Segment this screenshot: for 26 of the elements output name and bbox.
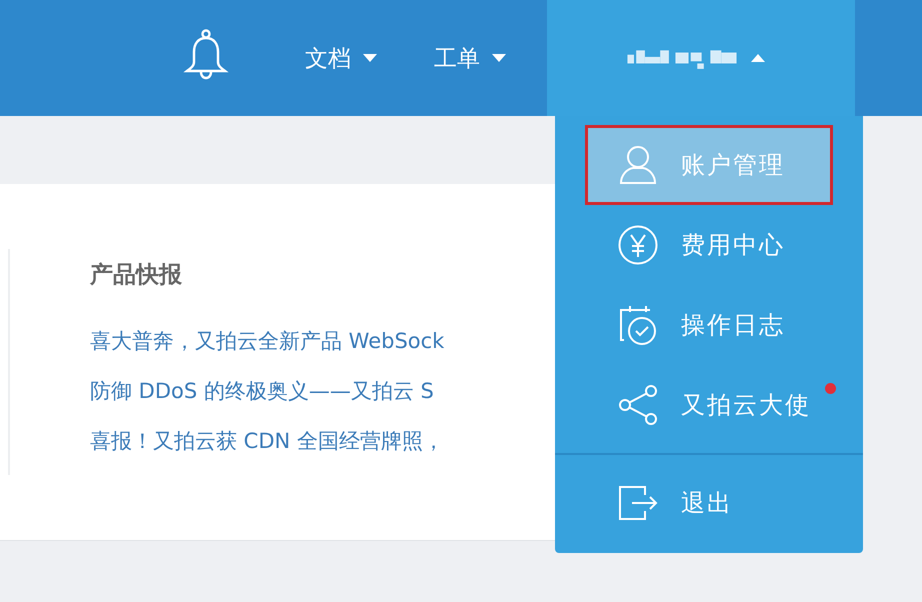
news-link[interactable]: 防御 DDoS 的终极奥义——又拍云 S	[90, 366, 444, 416]
menu-item[interactable]: 账户管理	[585, 125, 833, 205]
news-link[interactable]: 喜大普奔，又拍云全新产品 WebSock	[90, 316, 444, 366]
menu-item-label: 又拍云大使	[681, 390, 811, 421]
menu-item-label: 操作日志	[681, 310, 785, 341]
alarm-clock-icon	[617, 304, 659, 346]
menu-item[interactable]: 退出	[555, 463, 863, 543]
menu-item-label: 退出	[681, 488, 733, 519]
share-icon	[617, 385, 659, 425]
menu-item-label: 费用中心	[681, 230, 785, 261]
menu-item[interactable]: 费用中心	[555, 205, 863, 285]
menu-item-label: 账户管理	[681, 150, 785, 181]
bell-icon[interactable]	[183, 29, 229, 81]
menu-item[interactable]: 又拍云大使	[555, 365, 863, 445]
news-link[interactable]: 喜报！又拍云获 CDN 全国经营牌照，	[90, 416, 444, 466]
nav-menu[interactable]: 文档	[305, 42, 377, 74]
caret-icon	[751, 54, 765, 62]
caret-icon	[492, 54, 506, 62]
nav-menu[interactable]: 工单	[434, 42, 506, 74]
user-icon	[617, 145, 659, 185]
logout-icon	[617, 485, 659, 521]
section-title: 产品快报	[90, 261, 183, 290]
yen-icon	[617, 225, 659, 265]
menu-item[interactable]: 操作日志	[555, 285, 863, 365]
user-menu-trigger[interactable]	[547, 0, 855, 116]
caret-icon	[363, 54, 377, 62]
